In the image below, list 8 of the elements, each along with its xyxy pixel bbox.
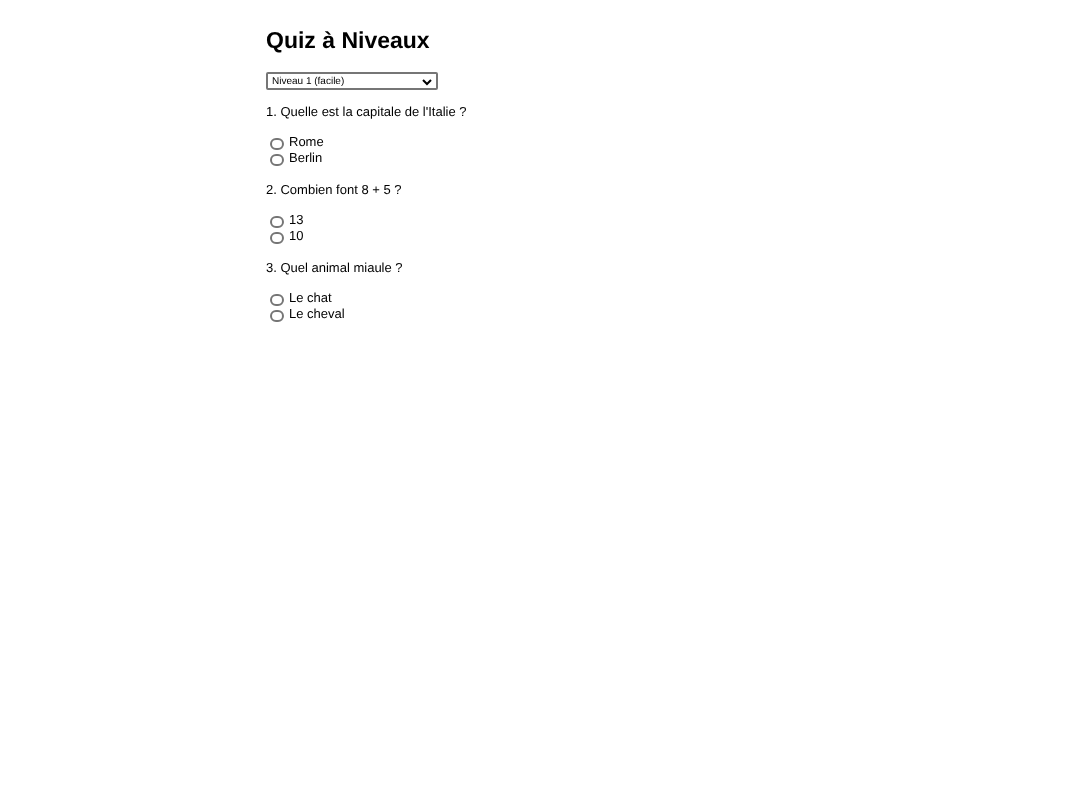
radio-button[interactable] <box>270 153 283 167</box>
quiz-title: Quiz à Niveaux <box>266 28 430 56</box>
radio-button[interactable] <box>270 293 283 307</box>
radio-button[interactable] <box>270 231 283 245</box>
radio-button[interactable] <box>270 309 283 323</box>
radio-button[interactable] <box>270 137 283 151</box>
chevron-down-icon <box>422 77 432 85</box>
radio-button[interactable] <box>270 215 283 229</box>
